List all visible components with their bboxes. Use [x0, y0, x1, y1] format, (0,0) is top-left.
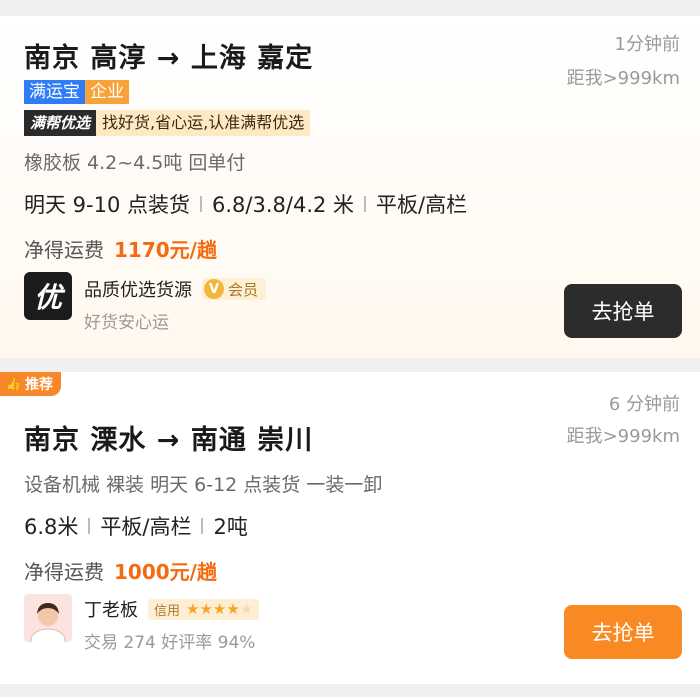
credit-badge: 信用 ★★★★★ [148, 598, 260, 620]
member-badge: V 会员 [202, 278, 267, 300]
divider [364, 196, 367, 212]
credit-label: 信用 [154, 603, 181, 619]
thumbs-up-icon: 👍 [6, 377, 21, 391]
cargo-specs: 明天 9-10 点装货 6.8/3.8/4.2 米 平板/高栏 [24, 189, 467, 219]
divider [200, 196, 203, 212]
owner-info: 丁老板 信用 ★★★★★ [84, 596, 260, 622]
distance: 距我>999km [566, 426, 680, 447]
load-time: 明天 9-10 点装货 [24, 193, 191, 217]
truck-type: 平板/高栏 [100, 515, 192, 539]
owner-name: 品质优选货源 [84, 280, 192, 301]
star-icon: ★ [199, 600, 213, 618]
badge-row: 满运宝 企业 [24, 80, 129, 104]
star-icon: ★ [239, 600, 254, 618]
person-avatar-icon [24, 594, 72, 642]
owner-stats: 交易 274 好评率 94% [84, 633, 256, 653]
cargo-description: 设备机械 裸装 明天 6-12 点装货 一装一卸 [24, 474, 383, 496]
premium-logo-icon: 优 [24, 272, 72, 320]
avatar[interactable] [24, 594, 72, 642]
recommend-label: 推荐 [24, 377, 53, 393]
platform-badge: 满运宝 [24, 80, 85, 104]
cargo-card-2[interactable]: 👍 推荐 6 分钟前 距我>999km 南京 溧水 → 南通 崇川 设备机械 裸… [0, 372, 700, 684]
post-time: 1分钟前 [614, 34, 680, 55]
premium-slogan: 找好货,省心运,认准满帮优选 [96, 110, 311, 136]
fee-label: 净得运费 [24, 560, 104, 584]
owner-name: 丁老板 [84, 600, 138, 621]
fee-row: 净得运费 1000元/趟 [24, 556, 217, 585]
rating-stars: ★★★★★ [186, 600, 253, 618]
truck-length: 6.8米 [24, 515, 79, 539]
post-time: 6 分钟前 [608, 394, 680, 415]
enterprise-badge: 企业 [85, 80, 129, 104]
route-title: 南京 高淳 → 上海 嘉定 [24, 43, 314, 74]
premium-badge-row: 满帮优选 找好货,省心运,认准满帮优选 [24, 110, 311, 136]
cargo-description: 橡胶板 4.2~4.5吨 回单付 [24, 152, 246, 174]
member-label: 会员 [228, 280, 259, 299]
star-icon: ★ [212, 600, 227, 618]
truck-length: 6.8/3.8/4.2 米 [212, 193, 355, 217]
recommend-tag: 👍 推荐 [0, 372, 61, 396]
divider [88, 518, 91, 534]
fee-amount: 1000元/趟 [114, 560, 217, 584]
vip-coin-icon: V [204, 279, 224, 299]
grab-order-button[interactable]: 去抢单 [564, 605, 682, 659]
owner-subtitle: 好货安心运 [84, 313, 169, 333]
fee-label: 净得运费 [24, 238, 104, 262]
truck-type: 平板/高栏 [376, 193, 468, 217]
route-title: 南京 溧水 → 南通 崇川 [24, 425, 314, 456]
cargo-weight: 2吨 [213, 515, 248, 539]
cargo-card-1[interactable]: 南京 高淳 → 上海 嘉定 1分钟前 距我>999km 满运宝 企业 满帮优选 … [0, 16, 700, 358]
star-icon: ★ [226, 600, 240, 618]
distance: 距我>999km [566, 68, 680, 89]
grab-order-button[interactable]: 去抢单 [564, 284, 682, 338]
premium-badge: 满帮优选 [24, 110, 97, 136]
cargo-specs: 6.8米 平板/高栏 2吨 [24, 511, 248, 541]
owner-info: 品质优选货源 V 会员 [84, 276, 267, 302]
star-icon: ★ [186, 600, 200, 618]
divider [201, 518, 204, 534]
fee-row: 净得运费 1170元/趟 [24, 234, 217, 263]
fee-amount: 1170元/趟 [114, 238, 217, 262]
